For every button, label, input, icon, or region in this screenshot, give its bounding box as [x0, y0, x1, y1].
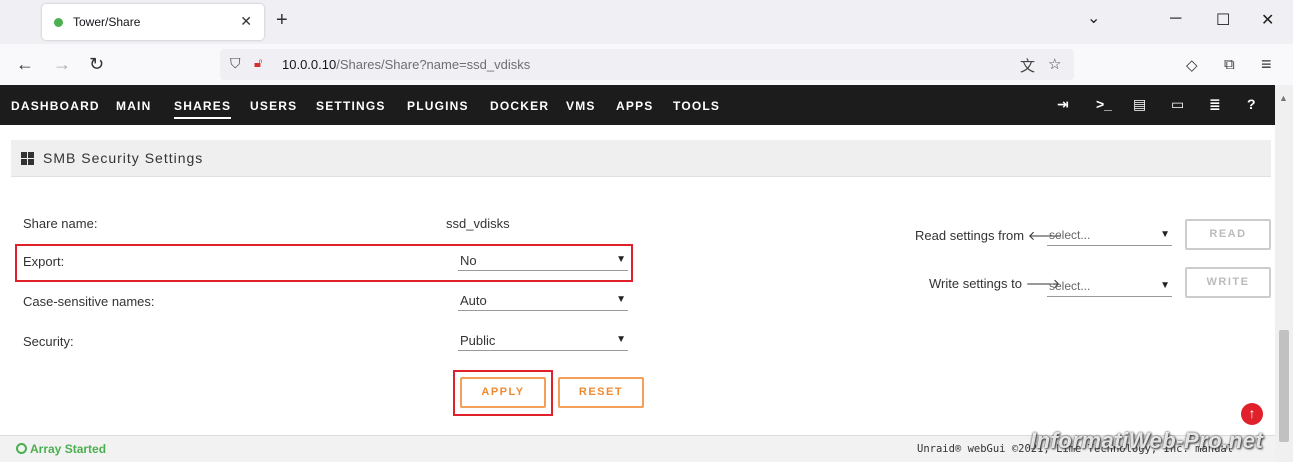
insecure-lock-icon[interactable]: 🔓︎: [254, 55, 262, 71]
back-icon[interactable]: ←: [16, 54, 34, 75]
menu-vms[interactable]: VMS: [566, 99, 596, 113]
dropdown-arrow-icon: ▼: [616, 294, 626, 305]
section-title: SMB Security Settings: [43, 150, 204, 166]
export-select-value: No: [460, 253, 477, 268]
logout-icon[interactable]: ⇥: [1057, 96, 1069, 113]
scroll-up-icon[interactable]: ▲: [1279, 93, 1288, 103]
main-menu-bar: DASHBOARD MAIN SHARES USERS SETTINGS PLU…: [0, 85, 1275, 125]
menu-docker[interactable]: DOCKER: [490, 99, 549, 113]
forward-icon[interactable]: →: [53, 54, 71, 75]
write-settings-select-value: select...: [1049, 279, 1091, 293]
read-settings-select[interactable]: select... ▼: [1047, 224, 1172, 246]
case-sensitive-select[interactable]: Auto ▼: [458, 289, 628, 311]
security-label: Security:: [23, 334, 74, 349]
read-settings-select-value: select...: [1049, 228, 1091, 242]
browser-tab[interactable]: Tower/Share ✕: [42, 4, 264, 40]
case-sensitive-label: Case-sensitive names:: [23, 294, 155, 309]
write-button[interactable]: WRITE: [1185, 267, 1271, 298]
feedback-icon[interactable]: ▤: [1133, 96, 1146, 113]
dropdown-arrow-icon: ▼: [616, 334, 626, 345]
browser-nav-bar: ← → ↻ ⛉ 🔓︎ 10.0.0.10/Shares/Share?name=s…: [0, 44, 1293, 85]
monitor-icon[interactable]: ▭: [1171, 96, 1184, 113]
menu-apps[interactable]: APPS: [616, 99, 653, 113]
translate-icon[interactable]: 文: [1020, 55, 1035, 76]
site-status-icon: [54, 17, 63, 27]
extensions-icon[interactable]: ⧉: [1224, 56, 1235, 73]
case-sensitive-select-value: Auto: [460, 293, 487, 308]
main-content: SMB Security Settings Share name: ssd_vd…: [0, 125, 1275, 435]
browser-tab-strip: Tower/Share ✕ + ⌄ ─ ☐ ✕: [0, 0, 1293, 44]
menu-tools[interactable]: TOOLS: [673, 99, 720, 113]
log-icon[interactable]: ≣: [1209, 96, 1221, 113]
shield-icon[interactable]: ⛉: [230, 55, 241, 72]
dropdown-arrow-icon: ▼: [616, 254, 626, 265]
menu-plugins[interactable]: PLUGINS: [407, 99, 469, 113]
close-tab-icon[interactable]: ✕: [240, 13, 252, 30]
page-scrollbar[interactable]: ▲: [1275, 85, 1293, 462]
pocket-icon[interactable]: ◇: [1186, 56, 1198, 74]
export-label: Export:: [23, 254, 65, 269]
write-settings-select[interactable]: select... ▼: [1047, 275, 1172, 297]
terminal-icon[interactable]: >_: [1096, 96, 1112, 112]
play-circle-icon: [16, 443, 27, 454]
array-status: Array Started: [16, 442, 106, 456]
share-name-label: Share name:: [23, 216, 98, 231]
reload-icon[interactable]: ↻: [89, 54, 104, 75]
security-select[interactable]: Public ▼: [458, 329, 628, 351]
help-icon[interactable]: ?: [1247, 96, 1256, 112]
apply-button[interactable]: APPLY: [460, 377, 546, 408]
menu-main[interactable]: MAIN: [116, 99, 151, 113]
scrollbar-thumb[interactable]: [1279, 330, 1289, 442]
dropdown-arrow-icon: ▼: [1160, 229, 1170, 240]
minimize-icon[interactable]: ─: [1170, 10, 1181, 28]
maximize-icon[interactable]: ☐: [1216, 10, 1230, 30]
menu-dashboard[interactable]: DASHBOARD: [11, 99, 100, 113]
close-window-icon[interactable]: ✕: [1261, 10, 1274, 30]
write-settings-label: Write settings to 🡒: [929, 276, 1061, 291]
watermark: InformatiWeb-Pro.net: [1030, 428, 1264, 453]
read-button[interactable]: READ: [1185, 219, 1271, 250]
tab-list-icon[interactable]: ⌄: [1087, 8, 1100, 28]
reset-button[interactable]: RESET: [558, 377, 644, 408]
hamburger-menu-icon[interactable]: ≡: [1261, 54, 1272, 75]
back-to-top-icon[interactable]: ↑: [1241, 403, 1263, 425]
menu-settings[interactable]: SETTINGS: [316, 99, 386, 113]
new-tab-icon[interactable]: +: [276, 9, 288, 32]
dropdown-arrow-icon: ▼: [1160, 280, 1170, 291]
section-header: SMB Security Settings: [11, 140, 1271, 177]
menu-shares[interactable]: SHARES: [174, 99, 232, 119]
tab-title: Tower/Share: [73, 15, 141, 29]
address-bar[interactable]: ⛉ 🔓︎ 10.0.0.10/Shares/Share?name=ssd_vdi…: [220, 49, 1074, 80]
read-settings-label: Read settings from 🡐: [915, 228, 1063, 243]
url-text[interactable]: 10.0.0.10/Shares/Share?name=ssd_vdisks: [282, 57, 530, 72]
export-select[interactable]: No ▼: [458, 249, 628, 271]
menu-users[interactable]: USERS: [250, 99, 297, 113]
windows-icon: [21, 152, 35, 165]
security-select-value: Public: [460, 333, 496, 348]
bookmark-star-icon[interactable]: ☆: [1048, 55, 1061, 73]
share-name-value: ssd_vdisks: [446, 216, 510, 231]
